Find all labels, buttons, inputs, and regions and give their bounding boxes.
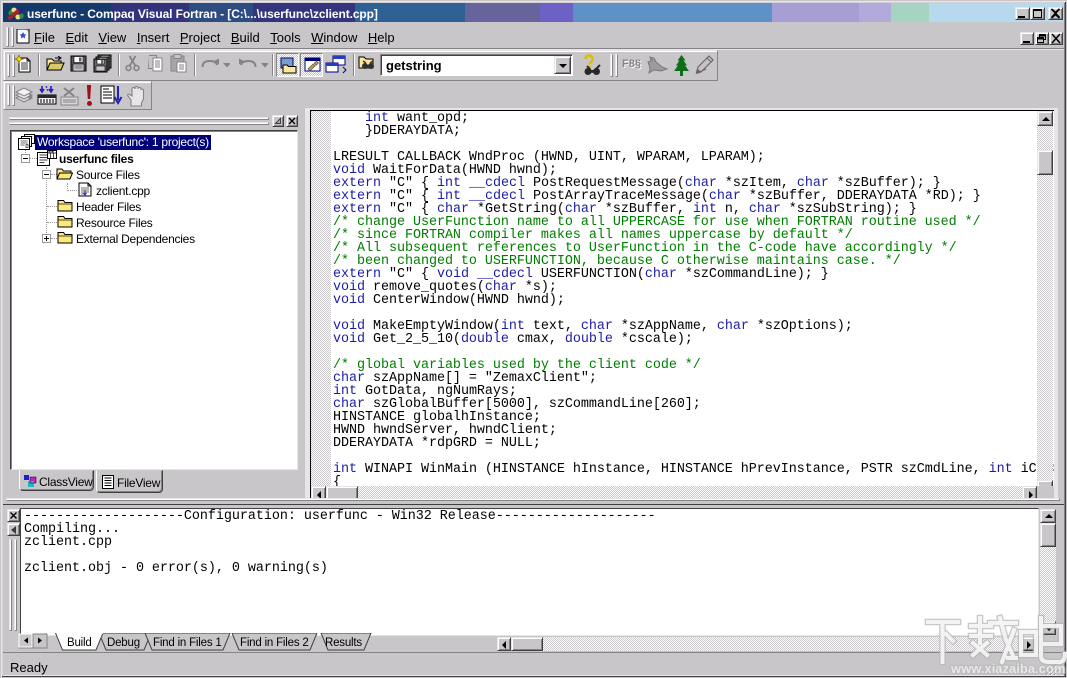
svg-text:Find in Files 1: Find in Files 1	[153, 637, 222, 649]
svg-text:www.xiazaiba.com: www.xiazaiba.com	[950, 661, 1065, 676]
svg-text:Debug: Debug	[107, 637, 140, 649]
svg-text:Find in Files 2: Find in Files 2	[240, 637, 309, 649]
svg-text:Results: Results	[325, 637, 362, 649]
svg-text:Build: Build	[67, 637, 92, 649]
